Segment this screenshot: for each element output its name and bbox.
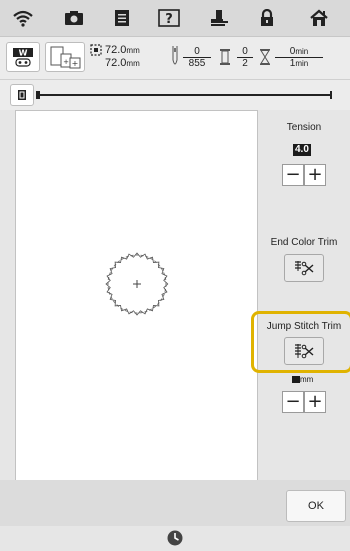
jump-length-increase-button[interactable]: + bbox=[304, 391, 326, 413]
pattern-size-icon bbox=[89, 43, 103, 57]
jump-stitch-length: mm bbox=[292, 375, 313, 384]
settings-panel: Tension 4.0 − + End Color Trim Jump Stit… bbox=[258, 110, 350, 479]
help-icon[interactable]: ? bbox=[156, 5, 182, 31]
needle-icon bbox=[170, 44, 180, 75]
embroidery-settings-button[interactable]: W bbox=[6, 42, 40, 72]
tension-label: Tension bbox=[286, 122, 322, 133]
stitch-navigation-button[interactable] bbox=[10, 84, 34, 106]
embroidery-preview[interactable] bbox=[15, 110, 258, 481]
camera-icon[interactable] bbox=[61, 5, 87, 31]
jump-length-decrease-button[interactable]: − bbox=[282, 391, 304, 413]
pattern-width: 72.0 bbox=[105, 44, 127, 56]
progress-end-marker bbox=[330, 91, 332, 99]
wifi-icon[interactable] bbox=[10, 5, 36, 31]
pattern-height: 72.0 bbox=[105, 57, 127, 69]
sewing-time: 0min 1min bbox=[275, 46, 323, 69]
svg-text:W: W bbox=[19, 49, 28, 58]
clock-icon[interactable] bbox=[167, 530, 183, 551]
footer bbox=[0, 526, 350, 550]
tension-increase-button[interactable]: + bbox=[304, 164, 326, 186]
end-color-trim-label: End Color Trim bbox=[270, 237, 338, 248]
jump-stitch-trim-highlight bbox=[251, 311, 350, 373]
color-count: 0 2 bbox=[237, 46, 253, 69]
progress-track[interactable] bbox=[40, 94, 330, 96]
svg-text:?: ? bbox=[165, 12, 173, 27]
document-icon[interactable] bbox=[109, 5, 135, 31]
svg-text:+: + bbox=[63, 58, 69, 66]
hourglass-icon bbox=[259, 48, 271, 71]
thread-spool-icon bbox=[219, 48, 231, 71]
svg-text:+: + bbox=[72, 59, 79, 68]
info-bar: W + + 72.0mm 72.0mm 0 855 0 2 0min 1min bbox=[0, 37, 350, 80]
tension-value: 4.0 bbox=[293, 144, 311, 156]
circle-pattern-icon bbox=[105, 252, 169, 316]
stitch-count: 0 855 bbox=[183, 46, 211, 69]
end-color-trim-button[interactable] bbox=[284, 254, 324, 282]
jump-stitch-length-value bbox=[292, 376, 300, 384]
tension-decrease-button[interactable]: − bbox=[282, 164, 304, 186]
layout-button[interactable]: + + bbox=[45, 42, 85, 72]
top-bar: ? bbox=[0, 0, 350, 37]
progress-row bbox=[0, 80, 350, 110]
pattern-preview-svg bbox=[105, 252, 169, 316]
end-color-trim-icon bbox=[295, 261, 314, 276]
pattern-dimensions: 72.0mm 72.0mm bbox=[105, 44, 140, 69]
presser-foot-icon[interactable] bbox=[206, 5, 232, 31]
lock-icon[interactable] bbox=[254, 5, 280, 31]
home-icon[interactable] bbox=[306, 5, 332, 31]
ok-button[interactable]: OK bbox=[286, 490, 346, 522]
